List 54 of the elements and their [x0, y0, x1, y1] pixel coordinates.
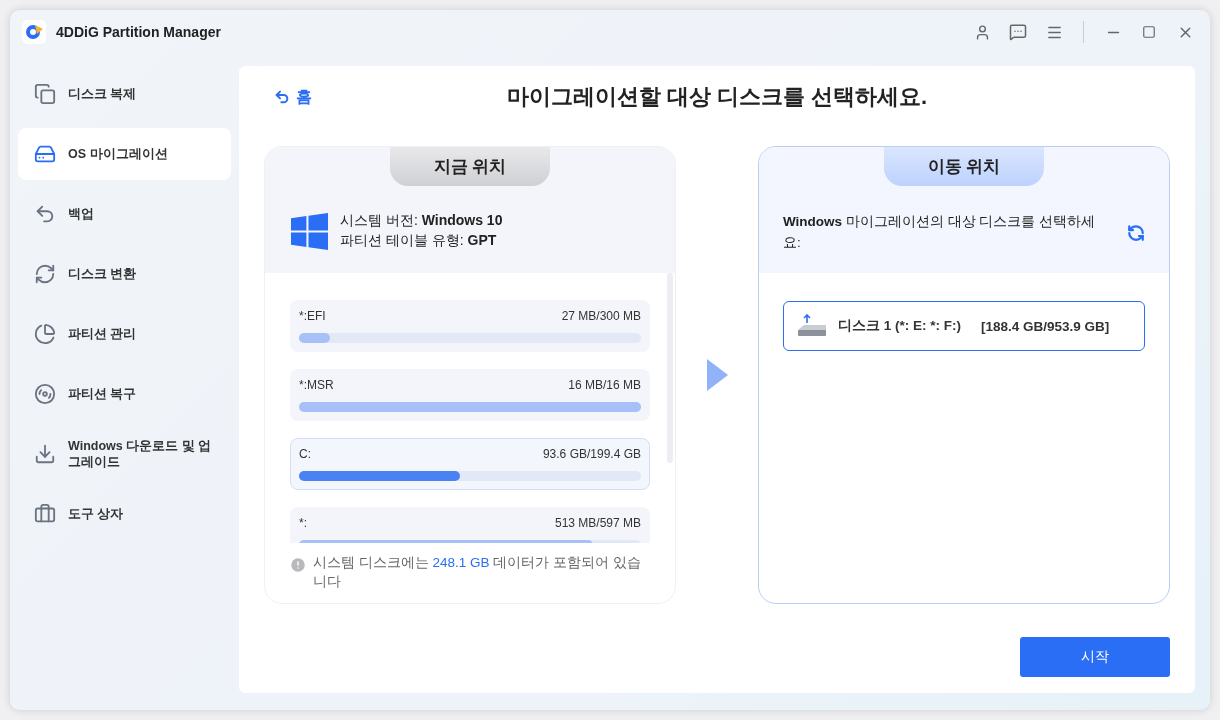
partition-card[interactable]: *:MSR 16 MB/16 MB: [290, 369, 650, 421]
drive-icon: [34, 143, 56, 165]
sidebar-label: 파티션 복구: [68, 385, 137, 403]
disk-option[interactable]: 디스크 1 (*: E: *: F:) [188.4 GB/953.9 GB]: [783, 301, 1145, 351]
logo-icon: [22, 20, 46, 44]
download-icon: [34, 443, 56, 465]
sidebar-item[interactable]: 파티션 복구: [18, 368, 231, 420]
sidebar-item[interactable]: OS 마이그레이션: [18, 128, 231, 180]
partition-name: *:EFI: [299, 309, 326, 323]
sidebar-label: 디스크 변환: [68, 265, 137, 283]
partition-name: C:: [299, 447, 311, 461]
partition-card[interactable]: C: 93.6 GB/199.4 GB: [290, 438, 650, 490]
partition-usage: 27 MB/300 MB: [561, 309, 641, 323]
partition-name: *:: [299, 516, 307, 530]
disc-icon: [34, 383, 56, 405]
toolbox-icon: [34, 503, 56, 525]
sidebar-item[interactable]: 백업: [18, 188, 231, 240]
sidebar-label: OS 마이그레이션: [68, 145, 168, 163]
pie-chart-icon: [34, 323, 56, 345]
partition-usage: 16 MB/16 MB: [568, 378, 641, 392]
sidebar-item[interactable]: 파티션 관리: [18, 308, 231, 360]
partition-card[interactable]: *:EFI 27 MB/300 MB: [290, 300, 650, 352]
feedback-icon[interactable]: [1009, 23, 1027, 41]
target-prompt: Windows 마이그레이션의 대상 디스크를 선택하세요:: [783, 213, 1097, 252]
page-heading: 마이그레이션할 대상 디스크를 선택하세요.: [506, 83, 928, 111]
sidebar-item[interactable]: 디스크 복제: [18, 68, 231, 120]
copy-icon: [34, 83, 56, 105]
partition-card[interactable]: *: 513 MB/597 MB: [290, 507, 650, 543]
partition-usage: 93.6 GB/199.4 GB: [542, 447, 641, 461]
window-title: 4DDiG Partition Manager: [56, 24, 222, 40]
sidebar-label: 디스크 복제: [68, 85, 137, 103]
maximize-icon[interactable]: [1142, 25, 1156, 39]
arrow-right-icon: [705, 358, 729, 392]
sidebar-item[interactable]: 도구 상자: [18, 488, 231, 540]
data-size-note: 시스템 디스크에는 248.1 GB 데이터가 포함되어 있습니다: [313, 554, 642, 591]
sidebar-label: 파티션 관리: [68, 325, 137, 343]
sidebar-label: Windows 다운로드 및 업그레이드: [68, 437, 213, 471]
sidebar-label: 도구 상자: [68, 505, 124, 523]
system-version: 시스템 버전: Windows 10: [340, 212, 503, 230]
info-icon: [289, 556, 307, 574]
partition-name: *:MSR: [299, 378, 334, 392]
sidebar-item[interactable]: 디스크 변환: [18, 248, 231, 300]
refresh-icon[interactable]: [1127, 223, 1145, 242]
start-button[interactable]: 시작: [1020, 637, 1170, 677]
usb-drive-icon: [796, 314, 828, 338]
refresh-icon: [34, 263, 56, 285]
partition-table-type: 파티션 테이블 유형: GPT: [340, 232, 498, 250]
sidebar-label: 백업: [68, 205, 94, 223]
windows-logo-icon: [291, 212, 328, 250]
sidebar-item[interactable]: Windows 다운로드 및 업그레이드: [18, 428, 231, 480]
partition-usage: 513 MB/597 MB: [554, 516, 641, 530]
home-link[interactable]: 홈: [274, 86, 312, 108]
undo-icon: [34, 203, 56, 225]
back-icon: [274, 89, 290, 105]
